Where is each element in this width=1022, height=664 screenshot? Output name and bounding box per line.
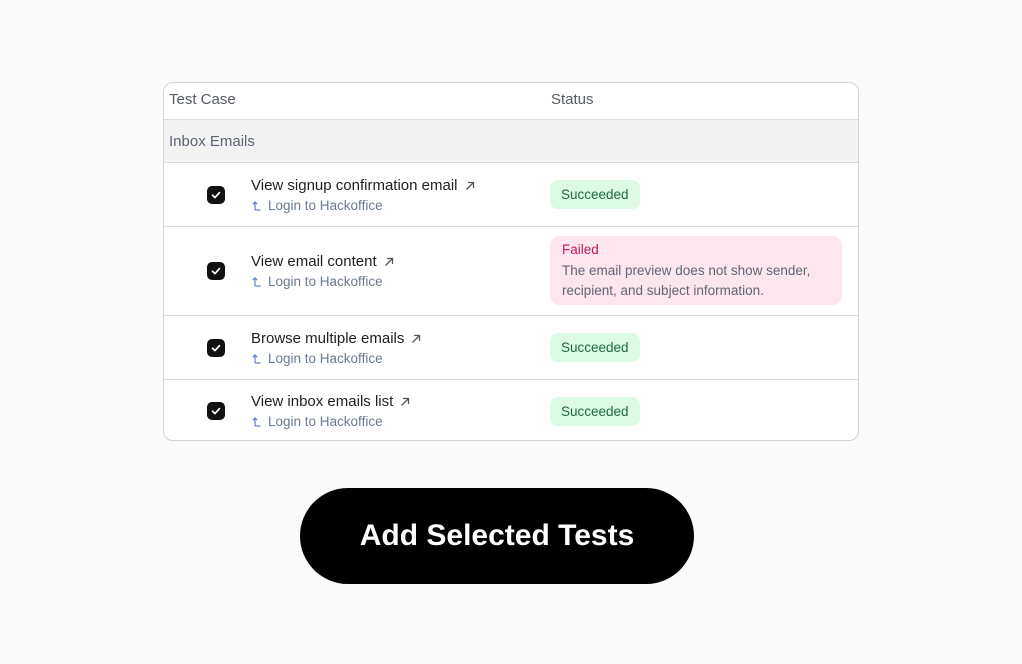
group-header-inbox-emails: Inbox Emails <box>164 120 858 163</box>
column-header-test-case: Test Case <box>169 91 236 108</box>
test-case-cell: View signup confirmation email Login to … <box>251 177 476 213</box>
test-case-cell: View inbox emails list Login to Hackoffi… <box>251 393 411 429</box>
checkbox-checked-icon <box>211 344 221 352</box>
table-row: Browse multiple emails Login to Hackoffi… <box>164 316 858 380</box>
dependency-label: Login to Hackoffice <box>268 274 383 289</box>
status-badge: Succeeded <box>550 180 640 209</box>
table-row: View signup confirmation email Login to … <box>164 163 858 227</box>
test-case-title[interactable]: Browse multiple emails <box>251 330 404 347</box>
status-badge: Succeeded <box>550 397 640 426</box>
test-case-cell: Browse multiple emails Login to Hackoffi… <box>251 330 422 366</box>
status-badge-failed: Failed The email preview does not show s… <box>550 236 842 305</box>
arrow-up-right-icon[interactable] <box>464 180 476 192</box>
table-header: Test Case Status <box>164 83 858 120</box>
dependency-label: Login to Hackoffice <box>268 198 383 213</box>
arrow-up-right-icon[interactable] <box>399 396 411 408</box>
dependency-label: Login to Hackoffice <box>268 414 383 429</box>
table-row: View inbox emails list Login to Hackoffi… <box>164 380 858 440</box>
failure-message: The email preview does not show sender, … <box>562 263 811 298</box>
test-case-title[interactable]: View email content <box>251 253 377 270</box>
arrow-up-right-icon[interactable] <box>383 256 395 268</box>
row-checkbox[interactable] <box>207 339 225 357</box>
add-selected-tests-button[interactable]: Add Selected Tests <box>300 488 694 584</box>
arrow-up-right-icon[interactable] <box>410 333 422 345</box>
corner-up-left-icon <box>251 200 263 212</box>
checkbox-checked-icon <box>211 407 221 415</box>
corner-up-left-icon <box>251 276 263 288</box>
corner-up-left-icon <box>251 353 263 365</box>
group-label: Inbox Emails <box>169 132 255 150</box>
corner-up-left-icon <box>251 416 263 428</box>
table-row: View email content Login to Hackoffice F… <box>164 227 858 316</box>
checkbox-checked-icon <box>211 191 221 199</box>
test-cases-table: Test Case Status Inbox Emails View signu… <box>163 82 859 441</box>
row-checkbox[interactable] <box>207 402 225 420</box>
row-checkbox[interactable] <box>207 262 225 280</box>
test-case-cell: View email content Login to Hackoffice <box>251 253 395 289</box>
column-header-status: Status <box>551 91 594 108</box>
test-case-title[interactable]: View signup confirmation email <box>251 177 458 194</box>
dependency-label: Login to Hackoffice <box>268 351 383 366</box>
status-label: Failed <box>562 242 599 257</box>
status-badge: Succeeded <box>550 333 640 362</box>
checkbox-checked-icon <box>211 267 221 275</box>
row-checkbox[interactable] <box>207 186 225 204</box>
test-case-title[interactable]: View inbox emails list <box>251 393 393 410</box>
